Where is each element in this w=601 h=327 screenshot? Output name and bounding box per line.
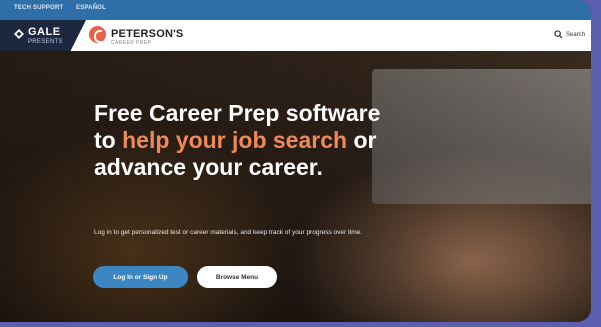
headline-accent: help your job search bbox=[122, 127, 348, 153]
site-header: GALE PRESENTS PETERSON'S CAREER PREP Sea… bbox=[0, 20, 591, 51]
gale-mark-icon bbox=[14, 29, 24, 39]
browser-frame: TECH SUPPORT ESPAÑOL GALE PRESENTS PETER… bbox=[0, 0, 591, 322]
search-icon bbox=[554, 30, 563, 39]
hero-description: Log in to get personalized test or caree… bbox=[94, 229, 363, 236]
tech-support-link[interactable]: TECH SUPPORT bbox=[14, 5, 63, 11]
utility-bar: TECH SUPPORT ESPAÑOL bbox=[0, 0, 591, 20]
hero-headline: Free Career Prep software to help your j… bbox=[94, 100, 394, 181]
petersons-logo-icon[interactable] bbox=[89, 26, 106, 43]
search-button[interactable]: Search bbox=[554, 30, 585, 39]
login-signup-button[interactable]: Log In or Sign Up bbox=[93, 266, 188, 288]
browse-menu-button[interactable]: Browse Menu bbox=[197, 266, 277, 288]
petersons-name[interactable]: PETERSON'S bbox=[111, 28, 183, 40]
espanol-link[interactable]: ESPAÑOL bbox=[76, 5, 106, 11]
petersons-sub: CAREER PREP bbox=[111, 40, 152, 46]
search-label: Search bbox=[565, 31, 585, 38]
hero-overlay bbox=[0, 51, 591, 322]
gale-sub: PRESENTS bbox=[28, 39, 63, 45]
gale-logo[interactable]: GALE PRESENTS bbox=[0, 20, 86, 51]
gale-name: GALE bbox=[28, 26, 61, 38]
